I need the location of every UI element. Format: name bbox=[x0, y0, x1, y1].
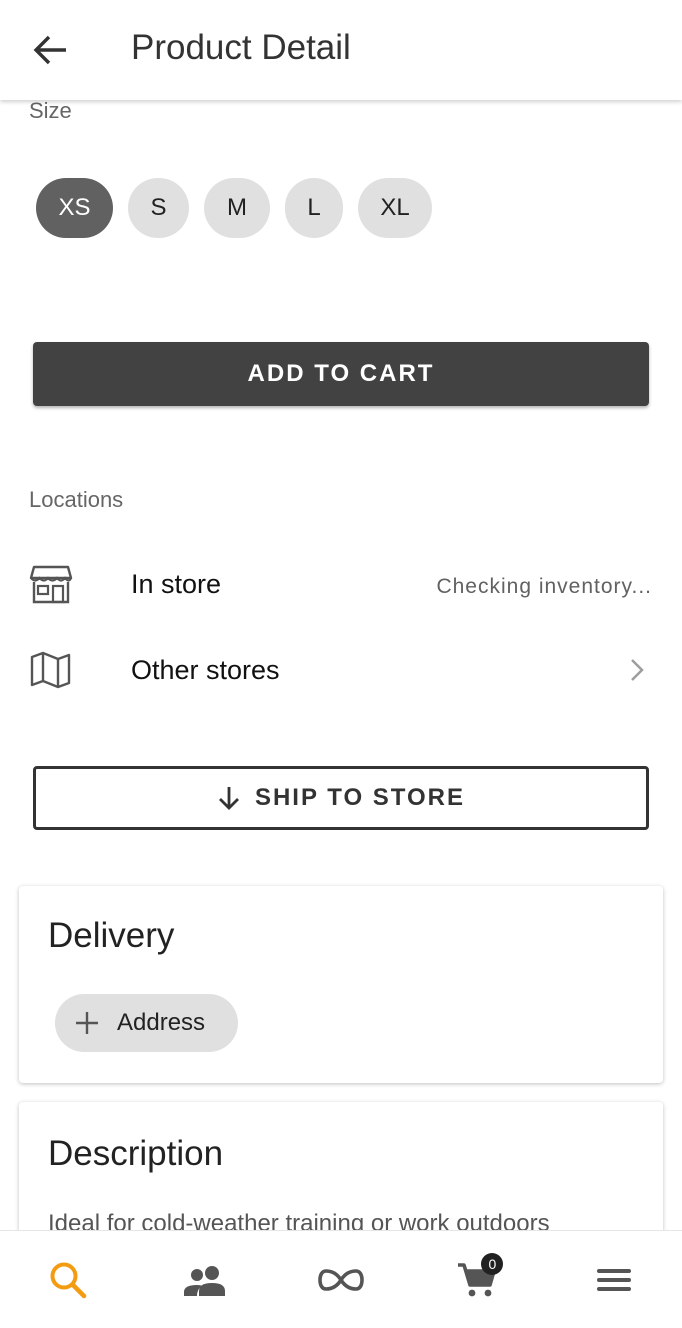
search-icon bbox=[50, 1262, 87, 1298]
page-title: Product Detail bbox=[131, 28, 351, 67]
in-store-label: In store bbox=[131, 569, 222, 599]
size-chip-m[interactable]: M bbox=[204, 178, 270, 238]
size-chip-l[interactable]: L bbox=[285, 178, 343, 238]
add-to-cart-button[interactable]: ADD TO CART bbox=[33, 342, 649, 406]
infinity-icon bbox=[318, 1268, 364, 1291]
size-chip-xl[interactable]: XL bbox=[358, 178, 432, 238]
plus-icon bbox=[76, 1012, 98, 1034]
address-label: Address bbox=[117, 1009, 206, 1036]
nav-search[interactable] bbox=[28, 1245, 108, 1315]
size-section-label: Size bbox=[29, 98, 72, 123]
menu-icon bbox=[596, 1268, 631, 1291]
store-icon bbox=[29, 565, 73, 604]
size-chip-xs[interactable]: XS bbox=[36, 178, 113, 238]
other-stores-label: Other stores bbox=[131, 655, 280, 685]
scroll-content[interactable]: Size XS S M L XL ADD TO CART Locations I… bbox=[0, 0, 682, 1230]
nav-infinity[interactable] bbox=[301, 1245, 381, 1315]
product-detail-page: Size XS S M L XL ADD TO CART Locations I… bbox=[0, 0, 682, 1328]
size-chip-s[interactable]: S bbox=[128, 178, 189, 238]
locations-section-label: Locations bbox=[29, 487, 124, 512]
size-selector: XS S M L XL bbox=[36, 178, 432, 238]
delivery-card: Delivery Address bbox=[19, 886, 663, 1083]
back-button[interactable] bbox=[26, 26, 74, 74]
inventory-status: Checking inventory... bbox=[436, 575, 652, 598]
ship-to-store-label: SHIP TO STORE bbox=[254, 784, 466, 811]
delivery-title: Delivery bbox=[48, 916, 175, 955]
add-address-button[interactable]: Address bbox=[55, 994, 238, 1052]
description-card: Description Ideal for cold-weather train… bbox=[19, 1102, 663, 1230]
description-title: Description bbox=[48, 1134, 224, 1173]
cart-count-badge: 0 bbox=[481, 1252, 504, 1275]
arrow-down-icon bbox=[218, 787, 239, 810]
chevron-right-icon bbox=[631, 659, 644, 681]
location-row-in-store[interactable]: In store Checking inventory... bbox=[0, 550, 682, 620]
people-icon bbox=[183, 1265, 225, 1296]
bottom-navigation: 0 bbox=[0, 1230, 682, 1328]
arrow-back-icon bbox=[33, 35, 66, 65]
location-row-other-stores[interactable]: Other stores bbox=[0, 636, 682, 706]
description-text: Ideal for cold-weather training or work … bbox=[48, 1210, 550, 1230]
nav-menu[interactable] bbox=[574, 1245, 654, 1315]
nav-people[interactable] bbox=[165, 1245, 245, 1315]
nav-cart[interactable]: 0 bbox=[437, 1245, 517, 1315]
ship-to-store-button[interactable]: SHIP TO STORE bbox=[33, 766, 649, 830]
map-icon bbox=[30, 651, 71, 689]
app-header: Product Detail bbox=[0, 0, 682, 100]
